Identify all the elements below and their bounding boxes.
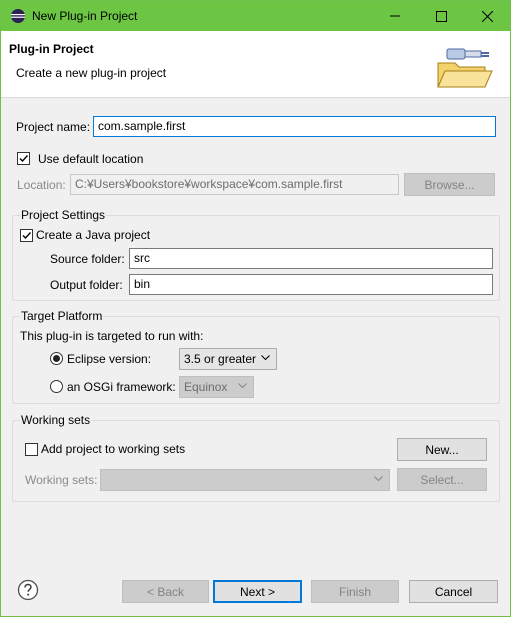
osgi-framework-value: Equinox (184, 380, 228, 394)
plugin-folder-icon (437, 48, 493, 88)
working-sets-label: Working sets: (25, 473, 98, 487)
source-folder-input[interactable]: src (129, 248, 493, 269)
dialog-window: New Plug-in Project Plug-in Project Crea… (0, 0, 511, 617)
select-working-sets-button[interactable]: Select... (397, 468, 487, 491)
target-platform-intro: This plug-in is targeted to run with: (20, 329, 204, 343)
help-icon[interactable] (17, 579, 39, 601)
page-title: Plug-in Project (9, 42, 94, 56)
use-default-location-checkbox[interactable] (17, 152, 30, 165)
maximize-icon (435, 10, 447, 22)
back-button[interactable]: < Back (122, 580, 209, 603)
output-folder-input[interactable]: bin (129, 274, 493, 295)
source-folder-label: Source folder: (50, 252, 125, 266)
create-java-project-label: Create a Java project (36, 228, 151, 242)
chevron-down-icon (238, 383, 247, 389)
osgi-framework-label: an OSGi framework: (67, 380, 176, 394)
use-default-location-label: Use default location (38, 152, 144, 166)
osgi-framework-select[interactable]: Equinox (179, 376, 254, 398)
target-platform-title: Target Platform (20, 309, 104, 323)
add-to-working-sets-checkbox[interactable] (25, 443, 38, 456)
eclipse-version-select[interactable]: 3.5 or greater (179, 348, 277, 370)
checkmark-icon (19, 155, 29, 163)
location-label: Location: (17, 178, 66, 192)
add-to-working-sets-label: Add project to working sets (41, 442, 186, 456)
maximize-button[interactable] (418, 1, 464, 31)
checkmark-icon (22, 232, 32, 240)
create-java-project-checkbox[interactable] (20, 229, 33, 242)
page-description: Create a new plug-in project (16, 66, 167, 80)
window-title: New Plug-in Project (32, 9, 138, 23)
new-working-set-button[interactable]: New... (397, 438, 487, 461)
working-sets-title: Working sets (20, 413, 92, 427)
minimize-button[interactable] (372, 1, 418, 31)
eclipse-version-label: Eclipse version: (67, 352, 152, 366)
eclipse-icon (11, 9, 25, 23)
wizard-header: Plug-in Project Create a new plug-in pro… (1, 31, 510, 98)
title-bar[interactable]: New Plug-in Project (1, 1, 510, 31)
next-button[interactable]: Next > (213, 580, 302, 603)
cancel-button[interactable]: Cancel (409, 580, 498, 603)
project-settings-title: Project Settings (20, 208, 107, 222)
finish-button[interactable]: Finish (311, 580, 399, 603)
chevron-down-icon (374, 476, 383, 482)
close-button[interactable] (464, 1, 510, 31)
minimize-icon (390, 15, 400, 17)
chevron-down-icon (261, 355, 270, 361)
close-icon (481, 10, 493, 22)
eclipse-version-radio[interactable] (50, 352, 63, 365)
working-sets-select[interactable] (100, 469, 390, 491)
eclipse-version-value: 3.5 or greater (184, 352, 257, 366)
osgi-framework-radio[interactable] (50, 380, 63, 393)
project-name-label: Project name: (16, 120, 91, 134)
project-name-input[interactable]: com.sample.first (93, 116, 496, 137)
output-folder-label: Output folder: (50, 278, 123, 292)
browse-button[interactable]: Browse... (404, 173, 495, 196)
location-input[interactable]: C:¥Users¥bookstore¥workspace¥com.sample.… (70, 174, 399, 195)
